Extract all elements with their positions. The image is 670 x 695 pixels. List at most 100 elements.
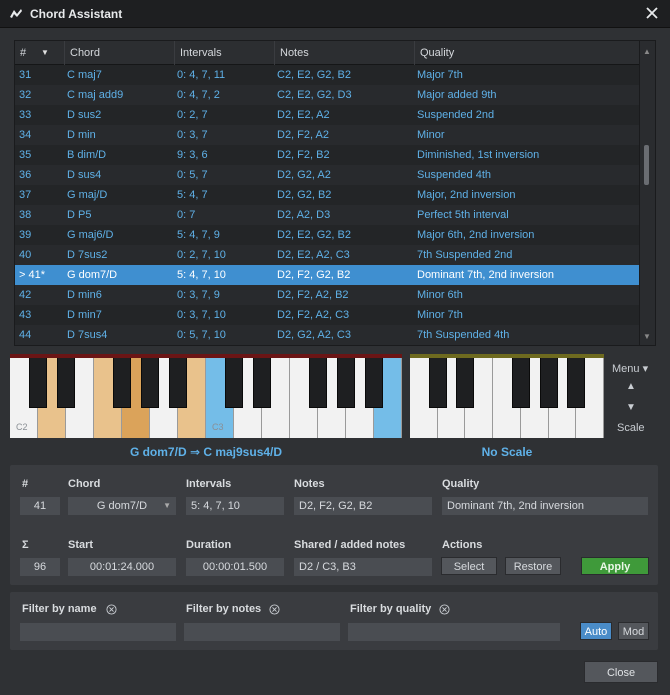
cell-chord: G maj/D — [67, 189, 108, 201]
column-header-number[interactable]: # ▼ — [15, 41, 65, 65]
black-key[interactable] — [57, 358, 75, 408]
intervals-label: Intervals — [186, 478, 232, 490]
table-scrollbar[interactable]: ▲ ▼ — [639, 41, 655, 345]
cell-quality: Major 6th, 2nd inversion — [417, 229, 535, 241]
cell-intervals: 0: 5, 7 — [177, 169, 208, 181]
actions-label: Actions — [442, 539, 483, 551]
black-key[interactable] — [365, 358, 383, 408]
table-body: 31 C maj7 0: 4, 7, 11 C2, E2, G2, B2 Major 7… — [15, 65, 639, 345]
black-key[interactable] — [253, 358, 271, 408]
cell-chord: G maj6/D — [67, 229, 114, 241]
cell-quality: Suspended 2nd — [417, 109, 495, 121]
scale-label: Scale — [617, 422, 645, 434]
scale-down-icon[interactable]: ▼ — [626, 402, 636, 413]
number-field[interactable]: 41 — [20, 497, 60, 515]
cell-intervals: 0: 3, 7, 9 — [177, 289, 220, 301]
chord-dropdown[interactable]: G dom7/D ▼ — [68, 497, 176, 515]
filter-notes-input[interactable] — [184, 623, 340, 641]
table-row[interactable]: 31 C maj7 0: 4, 7, 11 C2, E2, G2, B2 Major 7… — [15, 65, 639, 85]
black-key[interactable] — [539, 358, 558, 408]
select-button[interactable]: Select — [441, 557, 497, 575]
cell-intervals: 5: 4, 7 — [177, 189, 208, 201]
table-row[interactable]: 40 D 7sus2 0: 2, 7, 10 D2, E2, A2, C3 7th Su… — [15, 245, 639, 265]
cell-quality: Minor 6th — [417, 289, 463, 301]
table-row[interactable]: 43 D min7 0: 3, 7, 10 D2, F2, A2, C3 Minor 7… — [15, 305, 639, 325]
cell-quality: Minor — [417, 129, 445, 141]
filter-name-label: Filter by name — [22, 603, 97, 615]
chord-keyboard[interactable]: C2 C3 — [10, 354, 402, 438]
notes-field[interactable]: D2, F2, G2, B2 — [294, 497, 432, 515]
cell-num: 39 — [19, 229, 32, 241]
table-row[interactable]: 32 C maj add9 0: 4, 7, 2 C2, E2, G2, D3 Majo… — [15, 85, 639, 105]
black-key[interactable] — [141, 358, 159, 408]
scroll-down-icon[interactable]: ▼ — [643, 332, 651, 341]
column-header-intervals[interactable]: Intervals — [175, 41, 275, 65]
cell-notes: D2, E2, G2, B2 — [277, 229, 351, 241]
duration-field[interactable]: 00:00:01.500 — [186, 558, 284, 576]
black-key[interactable] — [309, 358, 327, 408]
shared-notes-field[interactable]: D2 / C3, B3 — [294, 558, 432, 576]
column-header-notes[interactable]: Notes — [275, 41, 415, 65]
mod-toggle[interactable]: Mod — [618, 622, 649, 640]
duration-label: Duration — [186, 539, 232, 551]
table-row[interactable]: 37 G maj/D 5: 4, 7 D2, G2, B2 Major, 2nd inv… — [15, 185, 639, 205]
chord-table[interactable]: # ▼ Chord Intervals Notes Quality 31 C ma… — [14, 40, 656, 346]
table-row[interactable]: 39 G maj6/D 5: 4, 7, 9 D2, E2, G2, B2 Major … — [15, 225, 639, 245]
table-row[interactable]: 44 D 7sus4 0: 5, 7, 10 D2, G2, A2, C3 7th Su… — [15, 325, 639, 345]
sigma-field[interactable]: 96 — [20, 558, 60, 576]
black-key[interactable] — [337, 358, 355, 408]
table-row[interactable]: 42 D min6 0: 3, 7, 9 D2, F2, A2, B2 Minor 6t… — [15, 285, 639, 305]
chord-label: Chord — [68, 478, 101, 490]
cell-quality: Dominant 7th, 2nd inversion — [417, 269, 554, 281]
table-row[interactable]: 36 D sus4 0: 5, 7 D2, G2, A2 Suspended 4th — [15, 165, 639, 185]
quality-field[interactable]: Dominant 7th, 2nd inversion — [442, 497, 648, 515]
cell-intervals: 5: 4, 7, 10 — [177, 269, 226, 281]
chord-dropdown-value: G dom7/D — [96, 500, 148, 512]
close-icon[interactable] — [644, 5, 660, 21]
black-key[interactable] — [29, 358, 47, 408]
clear-name-filter-icon[interactable] — [106, 604, 117, 615]
cell-chord: D P5 — [67, 209, 92, 221]
auto-toggle[interactable]: Auto — [580, 622, 612, 640]
filter-notes-label: Filter by notes — [186, 603, 262, 615]
apply-button[interactable]: Apply — [581, 557, 649, 575]
table-row[interactable]: 35 B dim/D 9: 3, 6 D2, F2, B2 Diminished, 1s… — [15, 145, 639, 165]
black-key[interactable] — [169, 358, 187, 408]
black-key[interactable] — [511, 358, 530, 408]
cell-chord: C maj add9 — [67, 89, 124, 101]
cell-num: 35 — [19, 149, 32, 161]
clear-notes-filter-icon[interactable] — [269, 604, 280, 615]
filter-name-input[interactable] — [20, 623, 176, 641]
menu-button[interactable]: Menu ▾ — [612, 362, 648, 375]
black-key[interactable] — [567, 358, 586, 408]
scale-keyboard[interactable] — [410, 354, 604, 438]
cell-num: 33 — [19, 109, 32, 121]
cell-num: 42 — [19, 289, 32, 301]
table-row[interactable]: 34 D min 0: 3, 7 D2, F2, A2 Minor — [15, 125, 639, 145]
cell-num: 44 — [19, 329, 32, 341]
black-key[interactable] — [113, 358, 131, 408]
table-row[interactable]: 38 D P5 0: 7 D2, A2, D3 Perfect 5th interval — [15, 205, 639, 225]
cell-num: > 41* — [19, 269, 45, 281]
cell-quality: Diminished, 1st inversion — [417, 149, 540, 161]
column-header-quality[interactable]: Quality — [415, 41, 639, 65]
close-button[interactable]: Close — [584, 661, 658, 683]
black-key[interactable] — [428, 358, 447, 408]
table-row[interactable]: > 41* G dom7/D 5: 4, 7, 10 D2, F2, G2, B2 Do… — [15, 265, 639, 285]
cell-notes: D2, F2, A2, B2 — [277, 289, 349, 301]
cell-notes: D2, G2, A2 — [277, 169, 331, 181]
cell-intervals: 5: 4, 7, 9 — [177, 229, 220, 241]
clear-quality-filter-icon[interactable] — [439, 604, 450, 615]
black-key[interactable] — [225, 358, 243, 408]
table-row[interactable]: 33 D sus2 0: 2, 7 D2, E2, A2 Suspended 2nd — [15, 105, 639, 125]
start-field[interactable]: 00:01:24.000 — [68, 558, 176, 576]
scroll-up-icon[interactable]: ▲ — [643, 47, 651, 56]
scale-up-icon[interactable]: ▲ — [626, 381, 636, 392]
filter-quality-input[interactable] — [348, 623, 560, 641]
cell-chord: D min — [67, 129, 96, 141]
scrollbar-thumb[interactable] — [644, 145, 649, 185]
intervals-field[interactable]: 5: 4, 7, 10 — [186, 497, 284, 515]
column-header-chord[interactable]: Chord — [65, 41, 175, 65]
restore-button[interactable]: Restore — [505, 557, 561, 575]
black-key[interactable] — [456, 358, 475, 408]
